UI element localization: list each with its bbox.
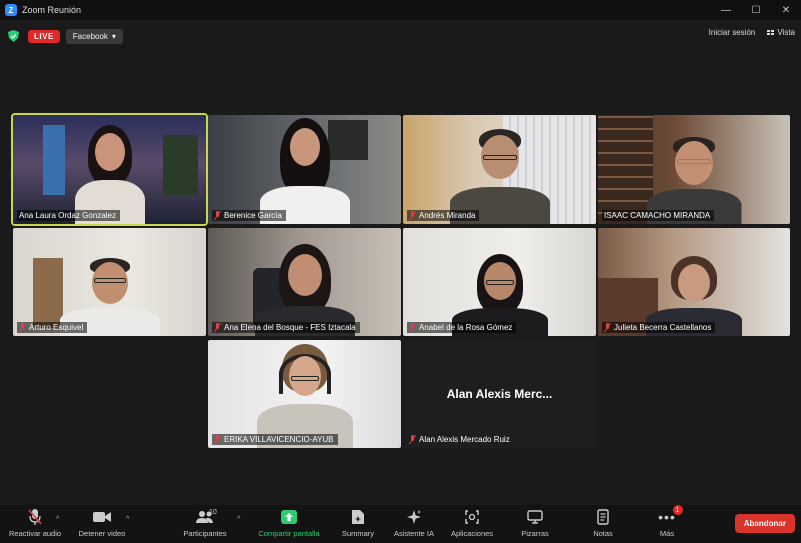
maximize-button[interactable]: ☐ bbox=[741, 0, 771, 20]
participants-label: Participantes bbox=[183, 529, 227, 538]
video-camera-icon bbox=[93, 512, 111, 522]
grid-view-icon bbox=[767, 30, 775, 35]
participant-name-tag: Anabel de la Rosa Gómez bbox=[407, 322, 517, 333]
zoom-logo-icon: Z bbox=[5, 4, 17, 16]
video-tile[interactable]: Arturo Esquivel bbox=[13, 228, 206, 336]
ai-assistant-label: Asistente IA bbox=[393, 529, 435, 538]
participant-name-tag: Andrés Miranda bbox=[407, 210, 480, 221]
participant-name: Anabel de la Rosa Gómez bbox=[419, 323, 513, 332]
stream-target-dropdown[interactable]: Facebook ▾ bbox=[65, 28, 123, 44]
summary-label: Summary bbox=[341, 529, 375, 538]
participant-name-tag: Julieta Becerra Castellanos bbox=[602, 322, 716, 333]
mic-muted-icon bbox=[214, 323, 221, 332]
meeting-topbar: LIVE Facebook ▾ Iniciar sesión Vista bbox=[0, 20, 801, 52]
audio-options-caret[interactable]: ^ bbox=[56, 516, 59, 523]
video-tile[interactable]: Andrés Miranda bbox=[403, 115, 596, 224]
mic-muted-icon bbox=[409, 323, 416, 332]
notification-badge: 1 bbox=[672, 505, 683, 515]
meeting-toolbar: Reactivar audio ^ Detener video ^ 10 Par… bbox=[0, 505, 801, 543]
mic-muted-icon bbox=[409, 211, 416, 220]
participant-name-tag: Ana Elena del Bosque - FES Iztacala bbox=[212, 322, 360, 333]
video-tile[interactable]: Julieta Becerra Castellanos bbox=[598, 228, 790, 336]
participant-name: Alan Alexis Mercado Ruiz bbox=[419, 435, 510, 444]
more-button[interactable]: ••• 1 Más bbox=[627, 505, 707, 538]
mic-muted-icon bbox=[604, 323, 611, 332]
participants-button[interactable]: 10 Participantes bbox=[165, 508, 245, 538]
share-screen-button[interactable]: Compartir pantalla bbox=[249, 508, 329, 538]
participant-name-tag: Alan Alexis Mercado Ruiz bbox=[407, 434, 514, 445]
video-tile[interactable]: Ana Elena del Bosque - FES Iztacala bbox=[208, 228, 401, 336]
participant-name-tag: Ana Laura Ordaz Gonzalez bbox=[17, 210, 120, 221]
signin-link[interactable]: Iniciar sesión bbox=[709, 28, 756, 37]
close-button[interactable]: ✕ bbox=[771, 0, 801, 20]
stop-video-label: Detener video bbox=[78, 529, 126, 538]
stop-video-button[interactable]: Detener video bbox=[62, 508, 142, 538]
minimize-button[interactable]: — bbox=[711, 0, 741, 20]
video-options-caret[interactable]: ^ bbox=[126, 516, 129, 523]
whiteboards-label: Pizarras bbox=[521, 529, 549, 538]
video-tile[interactable]: Berenice García bbox=[208, 115, 401, 224]
window-titlebar: Z Zoom Reunión — ☐ ✕ bbox=[0, 0, 801, 20]
participant-name-tag: ERIKA VILLAVICENCIO-AYUB bbox=[212, 434, 338, 445]
leave-meeting-button[interactable]: Abandonar bbox=[734, 514, 795, 533]
video-tile[interactable]: ISAAC CAMACHO MIRANDA bbox=[598, 115, 790, 224]
participant-name: ISAAC CAMACHO MIRANDA bbox=[604, 211, 711, 220]
mic-muted-icon bbox=[19, 323, 26, 332]
share-screen-label: Compartir pantalla bbox=[258, 529, 320, 538]
more-label: Más bbox=[659, 529, 675, 538]
window-title: Zoom Reunión bbox=[22, 5, 82, 15]
notes-label: Notas bbox=[593, 529, 613, 538]
participant-display-name: Alan Alexis Merc... bbox=[446, 387, 553, 401]
stream-target-label: Facebook bbox=[72, 31, 108, 41]
participant-name: Arturo Esquivel bbox=[29, 323, 84, 332]
participant-name: Andrés Miranda bbox=[419, 211, 476, 220]
unmute-audio-label: Reactivar audio bbox=[8, 529, 62, 538]
video-tile[interactable]: ERIKA VILLAVICENCIO-AYUB bbox=[208, 340, 401, 448]
mic-muted-icon bbox=[214, 435, 221, 444]
share-screen-icon bbox=[281, 510, 297, 524]
participants-count: 10 bbox=[209, 509, 217, 516]
participant-name-tag: Arturo Esquivel bbox=[17, 322, 88, 333]
participant-name: Berenice García bbox=[224, 211, 282, 220]
video-tile[interactable]: Ana Laura Ordaz Gonzalez bbox=[11, 113, 208, 226]
apps-icon bbox=[465, 510, 479, 524]
chevron-down-icon: ▾ bbox=[111, 31, 116, 41]
mic-muted-icon bbox=[28, 509, 42, 525]
participants-options-caret[interactable]: ^ bbox=[237, 516, 240, 523]
notes-icon bbox=[597, 509, 609, 525]
participant-name-tag: ISAAC CAMACHO MIRANDA bbox=[602, 210, 715, 221]
participant-name: Julieta Becerra Castellanos bbox=[614, 323, 712, 332]
live-badge: LIVE bbox=[28, 29, 60, 43]
whiteboard-icon bbox=[527, 510, 543, 524]
participant-name: ERIKA VILLAVICENCIO-AYUB bbox=[224, 435, 334, 444]
apps-label: Aplicaciones bbox=[450, 529, 494, 538]
summary-icon bbox=[352, 510, 364, 524]
sparkle-icon bbox=[407, 510, 421, 524]
video-tile[interactable]: Anabel de la Rosa Gómez bbox=[403, 228, 596, 336]
participant-name: Ana Laura Ordaz Gonzalez bbox=[19, 211, 116, 220]
participant-name: Ana Elena del Bosque - FES Iztacala bbox=[224, 323, 356, 332]
view-button[interactable]: Vista bbox=[767, 28, 795, 37]
security-shield-icon[interactable] bbox=[8, 30, 19, 42]
view-label: Vista bbox=[777, 28, 795, 37]
mic-muted-icon bbox=[409, 435, 416, 444]
participant-name-tag: Berenice García bbox=[212, 210, 286, 221]
mic-muted-icon bbox=[214, 211, 221, 220]
video-tile-camera-off[interactable]: Alan Alexis Merc... Alan Alexis Mercado … bbox=[403, 340, 596, 448]
